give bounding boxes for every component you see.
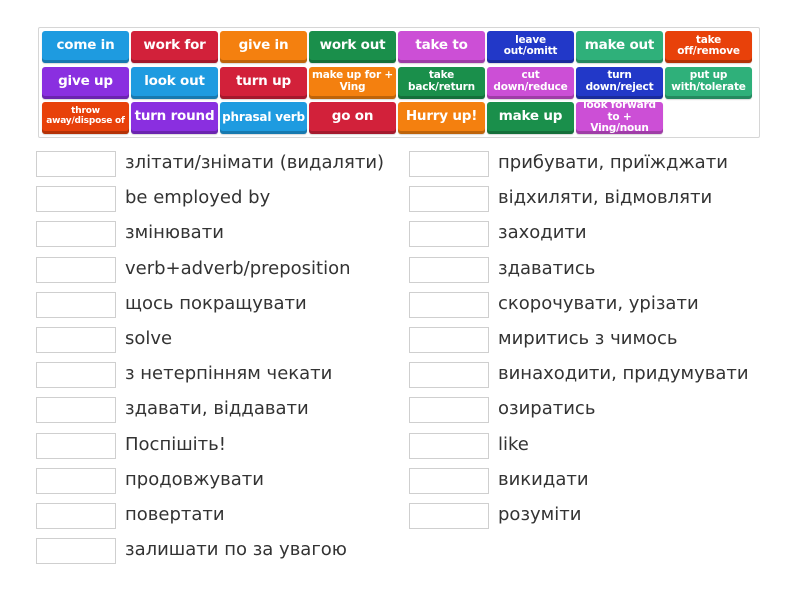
drop-target-box[interactable] xyxy=(409,256,489,283)
draggable-tile[interactable]: make out xyxy=(576,31,663,63)
drop-target-box[interactable] xyxy=(36,538,116,565)
draggable-tile[interactable]: look out xyxy=(131,66,218,99)
draggable-tile[interactable]: work for xyxy=(131,31,218,63)
drop-target-box[interactable] xyxy=(36,256,116,283)
drop-target-box[interactable] xyxy=(409,467,489,494)
definition-label: повертати xyxy=(125,504,225,525)
definition-label: миритись з чимось xyxy=(498,328,678,349)
drop-target-box[interactable] xyxy=(409,397,489,424)
drop-target-box[interactable] xyxy=(36,186,116,213)
drop-target-box[interactable] xyxy=(409,503,489,529)
drop-target-box[interactable] xyxy=(409,221,489,248)
definition-label: скорочувати, урізати xyxy=(498,292,699,314)
definition-label: розуміти xyxy=(498,504,582,525)
definition-label: викидати xyxy=(498,468,589,490)
draggable-tile[interactable]: come in xyxy=(42,31,129,63)
draggable-tile[interactable]: give in xyxy=(220,31,307,63)
definition-label: verb+adverb/preposition xyxy=(125,257,351,279)
definition-label: озиратись xyxy=(498,398,596,420)
draggable-tile[interactable]: take off/remove xyxy=(665,31,752,63)
definition-label: змінювати xyxy=(125,222,224,244)
definition-label: здавати, віддавати xyxy=(125,398,309,420)
definition-label: відхиляти, відмовляти xyxy=(498,187,713,209)
drop-target-box[interactable] xyxy=(36,291,116,318)
draggable-tile[interactable]: make up xyxy=(487,102,574,134)
draggable-tile[interactable]: put up with/tolerate xyxy=(665,66,752,99)
draggable-tile[interactable]: throw away/dispose of xyxy=(42,102,129,134)
draggable-tile[interactable]: give up xyxy=(42,66,129,99)
definition-label: винаходити, придумувати xyxy=(498,363,749,385)
definition-label: be employed by xyxy=(125,187,271,209)
definition-label: залишати по за увагою xyxy=(125,539,347,561)
definition-label: прибувати, приїжджати xyxy=(498,152,728,173)
definition-label: здаватись xyxy=(498,257,596,279)
definition-label: заходити xyxy=(498,222,587,244)
drop-target-box[interactable] xyxy=(409,151,489,177)
definition-label: з нетерпінням чекати xyxy=(125,363,333,385)
draggable-tile[interactable]: turn round xyxy=(131,102,218,134)
drop-target-box[interactable] xyxy=(409,291,489,318)
definition-label: продовжувати xyxy=(125,468,264,490)
draggable-tile[interactable]: Hurry up! xyxy=(398,102,485,134)
draggable-tile[interactable]: cut down/reduce xyxy=(487,66,574,99)
drop-target-box[interactable] xyxy=(409,327,489,353)
drop-target-box[interactable] xyxy=(36,467,116,494)
drop-target-box[interactable] xyxy=(36,221,116,248)
tile-bank: come in work for give in work out take to lea… xyxy=(38,27,760,138)
drop-target-box[interactable] xyxy=(409,362,489,389)
drop-target-box[interactable] xyxy=(36,397,116,424)
drop-target-box[interactable] xyxy=(409,432,489,459)
draggable-tile[interactable]: look forward to + Ving/noun xyxy=(576,102,663,134)
draggable-tile[interactable]: take to xyxy=(398,31,485,63)
draggable-tile[interactable]: turn up xyxy=(220,66,307,99)
drop-target-box[interactable] xyxy=(36,327,116,353)
draggable-tile[interactable]: leave out/omitt xyxy=(487,31,574,63)
draggable-tile[interactable]: work out xyxy=(309,31,396,63)
drop-target-box[interactable] xyxy=(36,362,116,389)
draggable-tile[interactable]: take back/return xyxy=(398,66,485,99)
drop-target-box[interactable] xyxy=(36,151,116,177)
definition-label: щось покращувати xyxy=(125,292,307,314)
draggable-tile[interactable]: phrasal verb xyxy=(220,102,307,134)
drop-target-box[interactable] xyxy=(36,503,116,529)
draggable-tile[interactable]: make up for + Ving xyxy=(309,66,396,99)
draggable-tile[interactable]: go on xyxy=(309,102,396,134)
drop-target-box[interactable] xyxy=(36,432,116,459)
drop-target-box[interactable] xyxy=(409,186,489,213)
definition-label: злітати/знімати (видаляти) xyxy=(125,152,385,173)
definition-label: Поспішіть! xyxy=(125,433,226,455)
definition-label: like xyxy=(498,433,529,455)
draggable-tile[interactable]: turn down/reject xyxy=(576,66,663,99)
definition-label: solve xyxy=(125,328,173,349)
